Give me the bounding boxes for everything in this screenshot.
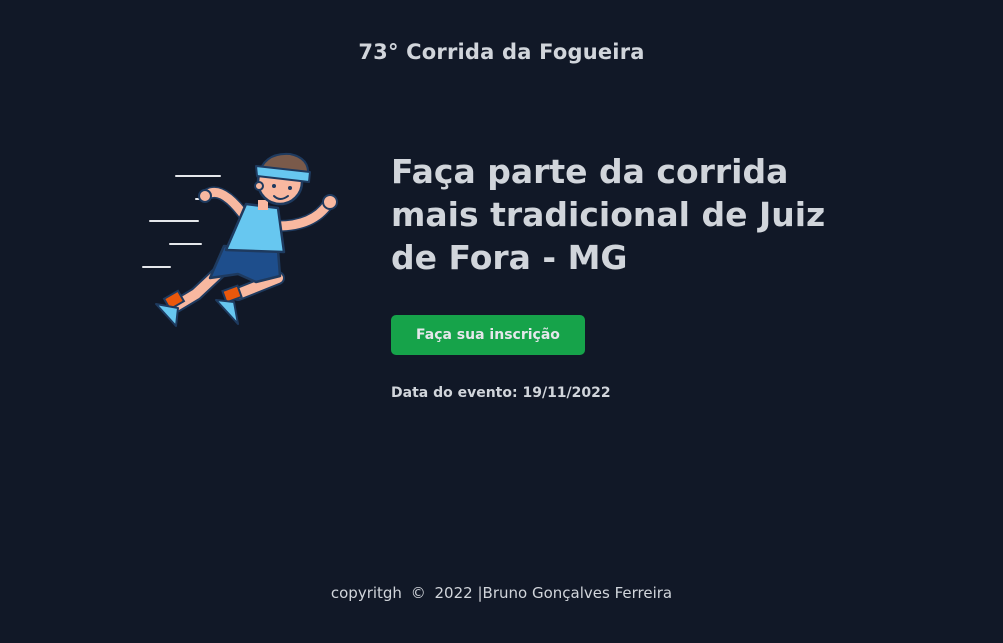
footer-author: Bruno Gonçalves Ferreira bbox=[482, 584, 673, 602]
footer: copyritgh © 2022 |Bruno Gonçalves Ferrei… bbox=[0, 584, 1003, 602]
copyright-year: 2022 bbox=[434, 584, 473, 602]
running-man-illustration bbox=[138, 146, 348, 334]
event-date-label: Data do evento: bbox=[391, 385, 518, 401]
running-man-icon bbox=[142, 152, 338, 327]
event-date: Data do evento: 19/11/2022 bbox=[391, 385, 841, 401]
hero-text: Faça parte da corrida mais tradicional d… bbox=[391, 150, 841, 401]
hero-headline: Faça parte da corrida mais tradicional d… bbox=[391, 152, 826, 277]
event-date-value: 19/11/2022 bbox=[522, 385, 611, 401]
copyright-icon: © bbox=[410, 584, 426, 602]
signup-button[interactable]: Faça sua inscrição bbox=[391, 315, 585, 355]
copyright-word: copyritgh bbox=[330, 584, 402, 602]
site-header: 73° Corrida da Fogueira bbox=[0, 40, 1003, 64]
site-title: 73° Corrida da Fogueira bbox=[358, 40, 645, 64]
